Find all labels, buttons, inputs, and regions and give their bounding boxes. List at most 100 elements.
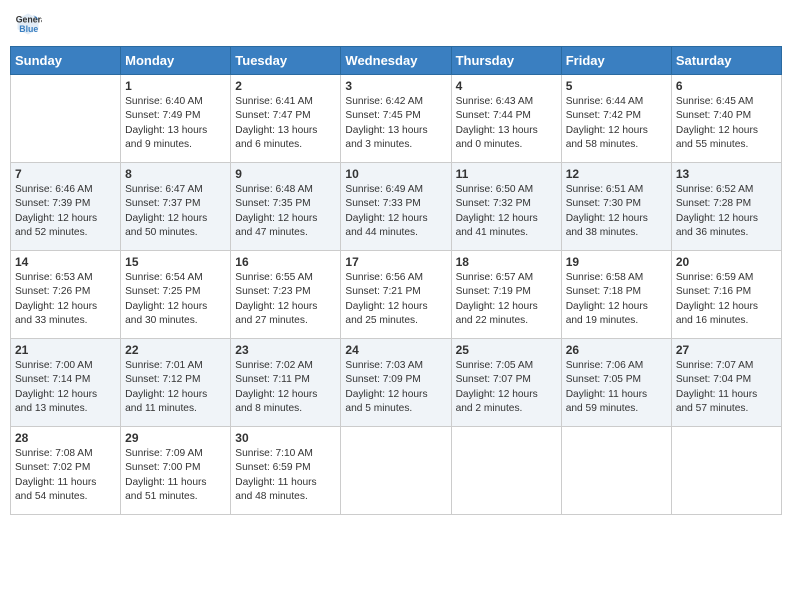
day-info: Sunrise: 6:53 AMSunset: 7:26 PMDaylight:… (15, 271, 116, 328)
day-number: 20 (676, 255, 777, 269)
day-info: Sunrise: 6:57 AMSunset: 7:19 PMDaylight:… (456, 271, 557, 328)
day-info: Sunrise: 6:41 AMSunset: 7:47 PMDaylight:… (235, 95, 336, 152)
day-info: Sunrise: 6:52 AMSunset: 7:28 PMDaylight:… (676, 183, 777, 240)
calendar-cell: 17 Sunrise: 6:56 AMSunset: 7:21 PMDayligh… (341, 251, 451, 339)
day-info: Sunrise: 6:51 AMSunset: 7:30 PMDaylight:… (566, 183, 667, 240)
day-number: 24 (345, 343, 446, 357)
calendar-cell: 29 Sunrise: 7:09 AMSunset: 7:00 PMDayligh… (121, 427, 231, 515)
day-number: 21 (15, 343, 116, 357)
day-number: 12 (566, 167, 667, 181)
calendar-cell: 8Sunrise: 6:47 AMSunset: 7:37 PMDaylight… (121, 163, 231, 251)
calendar-cell: 28Sunrise: 7:08 AMSunset: 7:02 PMDayligh… (11, 427, 121, 515)
day-number: 27 (676, 343, 777, 357)
day-info: Sunrise: 6:46 AMSunset: 7:39 PMDaylight:… (15, 183, 116, 240)
day-info: Sunrise: 6:49 AMSunset: 7:33 PMDaylight:… (345, 183, 446, 240)
calendar-cell: 21 Sunrise: 7:00 AMSunset: 7:14 PMDayligh… (11, 339, 121, 427)
calendar-cell: 22Sunrise: 7:01 AMSunset: 7:12 PMDayligh… (121, 339, 231, 427)
day-info: Sunrise: 7:06 AMSunset: 7:05 PMDaylight:… (566, 359, 667, 416)
calendar-week-5: 28Sunrise: 7:08 AMSunset: 7:02 PMDayligh… (11, 427, 782, 515)
calendar-cell (341, 427, 451, 515)
day-info: Sunrise: 6:55 AMSunset: 7:23 PMDaylight:… (235, 271, 336, 328)
day-info: Sunrise: 6:44 AMSunset: 7:42 PMDaylight:… (566, 95, 667, 152)
day-info: Sunrise: 6:58 AMSunset: 7:18 PMDaylight:… (566, 271, 667, 328)
day-info: Sunrise: 6:40 AMSunset: 7:49 PMDaylight:… (125, 95, 226, 152)
calendar-week-4: 21 Sunrise: 7:00 AMSunset: 7:14 PMDayligh… (11, 339, 782, 427)
calendar-cell: 16 Sunrise: 6:55 AMSunset: 7:23 PMDayligh… (231, 251, 341, 339)
calendar-cell: 11 Sunrise: 6:50 AMSunset: 7:32 PMDayligh… (451, 163, 561, 251)
calendar-cell: 1Sunrise: 6:40 AMSunset: 7:49 PMDaylight… (121, 75, 231, 163)
calendar-cell: 27 Sunrise: 7:07 AMSunset: 7:04 PMDayligh… (671, 339, 781, 427)
day-number: 4 (456, 79, 557, 93)
day-number: 18 (456, 255, 557, 269)
day-info: Sunrise: 6:56 AMSunset: 7:21 PMDaylight:… (345, 271, 446, 328)
day-number: 15 (125, 255, 226, 269)
page-header: General Blue (10, 10, 782, 38)
calendar-cell: 13 Sunrise: 6:52 AMSunset: 7:28 PMDayligh… (671, 163, 781, 251)
day-number: 30 (235, 431, 336, 445)
calendar-cell: 12 Sunrise: 6:51 AMSunset: 7:30 PMDayligh… (561, 163, 671, 251)
calendar-header-row: SundayMondayTuesdayWednesdayThursdayFrid… (11, 47, 782, 75)
day-number: 10 (345, 167, 446, 181)
day-info: Sunrise: 6:47 AMSunset: 7:37 PMDaylight:… (125, 183, 226, 240)
day-number: 25 (456, 343, 557, 357)
calendar-table: SundayMondayTuesdayWednesdayThursdayFrid… (10, 46, 782, 515)
day-number: 23 (235, 343, 336, 357)
calendar-cell: 30 Sunrise: 7:10 AMSunset: 6:59 PMDayligh… (231, 427, 341, 515)
calendar-cell: 26 Sunrise: 7:06 AMSunset: 7:05 PMDayligh… (561, 339, 671, 427)
calendar-cell: 19 Sunrise: 6:58 AMSunset: 7:18 PMDayligh… (561, 251, 671, 339)
calendar-week-1: 1Sunrise: 6:40 AMSunset: 7:49 PMDaylight… (11, 75, 782, 163)
day-info: Sunrise: 7:03 AMSunset: 7:09 PMDaylight:… (345, 359, 446, 416)
header-friday: Friday (561, 47, 671, 75)
calendar-week-2: 7 Sunrise: 6:46 AMSunset: 7:39 PMDaylight… (11, 163, 782, 251)
day-number: 6 (676, 79, 777, 93)
calendar-cell: 3 Sunrise: 6:42 AMSunset: 7:45 PMDaylight… (341, 75, 451, 163)
day-info: Sunrise: 7:00 AMSunset: 7:14 PMDaylight:… (15, 359, 116, 416)
header-sunday: Sunday (11, 47, 121, 75)
calendar-cell: 14 Sunrise: 6:53 AMSunset: 7:26 PMDayligh… (11, 251, 121, 339)
day-number: 29 (125, 431, 226, 445)
calendar-cell: 9Sunrise: 6:48 AMSunset: 7:35 PMDaylight… (231, 163, 341, 251)
logo-icon: General Blue (14, 10, 42, 38)
day-number: 16 (235, 255, 336, 269)
calendar-cell (671, 427, 781, 515)
calendar-cell: 10 Sunrise: 6:49 AMSunset: 7:33 PMDayligh… (341, 163, 451, 251)
calendar-cell: 20 Sunrise: 6:59 AMSunset: 7:16 PMDayligh… (671, 251, 781, 339)
header-thursday: Thursday (451, 47, 561, 75)
calendar-cell (561, 427, 671, 515)
calendar-cell: 24 Sunrise: 7:03 AMSunset: 7:09 PMDayligh… (341, 339, 451, 427)
day-number: 17 (345, 255, 446, 269)
day-number: 26 (566, 343, 667, 357)
day-info: Sunrise: 6:50 AMSunset: 7:32 PMDaylight:… (456, 183, 557, 240)
calendar-cell: 23 Sunrise: 7:02 AMSunset: 7:11 PMDayligh… (231, 339, 341, 427)
day-number: 7 (15, 167, 116, 181)
day-number: 14 (15, 255, 116, 269)
header-tuesday: Tuesday (231, 47, 341, 75)
logo: General Blue (14, 10, 46, 38)
calendar-cell: 18 Sunrise: 6:57 AMSunset: 7:19 PMDayligh… (451, 251, 561, 339)
day-info: Sunrise: 6:43 AMSunset: 7:44 PMDaylight:… (456, 95, 557, 152)
calendar-cell (11, 75, 121, 163)
day-number: 19 (566, 255, 667, 269)
calendar-cell (451, 427, 561, 515)
day-info: Sunrise: 6:59 AMSunset: 7:16 PMDaylight:… (676, 271, 777, 328)
day-info: Sunrise: 7:10 AMSunset: 6:59 PMDaylight:… (235, 447, 336, 504)
svg-text:Blue: Blue (19, 24, 38, 34)
day-info: Sunrise: 6:42 AMSunset: 7:45 PMDaylight:… (345, 95, 446, 152)
header-saturday: Saturday (671, 47, 781, 75)
day-info: Sunrise: 6:45 AMSunset: 7:40 PMDaylight:… (676, 95, 777, 152)
day-number: 11 (456, 167, 557, 181)
day-number: 22 (125, 343, 226, 357)
header-monday: Monday (121, 47, 231, 75)
calendar-week-3: 14 Sunrise: 6:53 AMSunset: 7:26 PMDayligh… (11, 251, 782, 339)
day-info: Sunrise: 7:05 AMSunset: 7:07 PMDaylight:… (456, 359, 557, 416)
calendar-cell: 7 Sunrise: 6:46 AMSunset: 7:39 PMDaylight… (11, 163, 121, 251)
calendar-cell: 6 Sunrise: 6:45 AMSunset: 7:40 PMDaylight… (671, 75, 781, 163)
calendar-cell: 5Sunrise: 6:44 AMSunset: 7:42 PMDaylight… (561, 75, 671, 163)
day-number: 3 (345, 79, 446, 93)
calendar-cell: 4 Sunrise: 6:43 AMSunset: 7:44 PMDaylight… (451, 75, 561, 163)
day-info: Sunrise: 7:02 AMSunset: 7:11 PMDaylight:… (235, 359, 336, 416)
calendar-cell: 2Sunrise: 6:41 AMSunset: 7:47 PMDaylight… (231, 75, 341, 163)
day-number: 13 (676, 167, 777, 181)
day-info: Sunrise: 7:07 AMSunset: 7:04 PMDaylight:… (676, 359, 777, 416)
day-info: Sunrise: 7:09 AMSunset: 7:00 PMDaylight:… (125, 447, 226, 504)
